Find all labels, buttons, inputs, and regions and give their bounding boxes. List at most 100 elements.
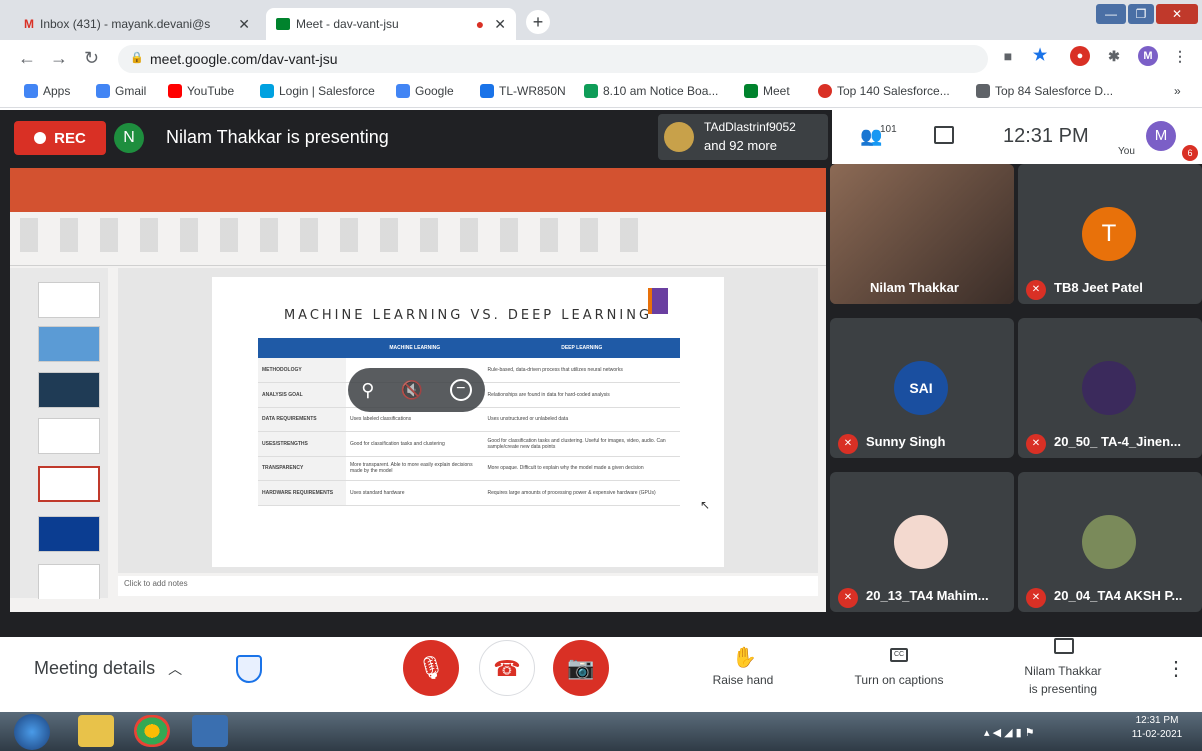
participant-tile[interactable]: ✕ 20_50_ TA-4_Jinen... (1018, 318, 1202, 458)
google-icon (96, 84, 110, 98)
bookmark-router[interactable]: TL-WR850N (480, 84, 566, 98)
mic-off-icon: ✕ (1026, 588, 1046, 608)
user-avatar[interactable]: M (1146, 121, 1176, 151)
meet-icon (744, 84, 758, 98)
bookmark-google[interactable]: Google (396, 84, 454, 98)
powerpoint-title-bar (10, 168, 826, 196)
avatar (664, 122, 694, 152)
table-row: HARDWARE REQUIREMENTS Uses standard hardw… (258, 480, 680, 506)
back-arrow-icon[interactable]: ← (18, 48, 36, 69)
adblock-icon[interactable]: ● (1070, 46, 1090, 66)
participant-tile[interactable]: ✕ 20_04_TA4 AKSH P... (1018, 472, 1202, 612)
table-header: DEEP LEARNING (483, 338, 680, 358)
notes-pane[interactable]: Click to add notes (118, 576, 818, 596)
remove-icon[interactable]: − (449, 379, 472, 401)
participants-chip[interactable]: TAdDlastrinf9052 and 92 more (658, 114, 828, 160)
bookmark-youtube[interactable]: YouTube (168, 84, 234, 98)
shield-icon[interactable] (236, 655, 262, 683)
you-label: You (1118, 146, 1135, 157)
maximize-button[interactable]: ❐ (1128, 4, 1154, 24)
participant-count: 101 (880, 124, 897, 135)
row-label: TRANSPARENCY (258, 456, 346, 481)
captions-icon[interactable]: CC (890, 648, 908, 662)
start-button[interactable] (14, 714, 50, 750)
bookmark-notice-board[interactable]: 8.10 am Notice Boa... (584, 84, 718, 98)
leave-call-button[interactable]: ☎ (479, 640, 535, 696)
apps-grid-icon (24, 84, 38, 98)
slide-thumbnail[interactable] (38, 282, 100, 318)
bookmark-salesforce-140[interactable]: Top 140 Salesforce... (818, 84, 950, 98)
participant-tile[interactable]: Nilam Thakkar (830, 164, 1014, 304)
recording-dot-icon: ● (475, 16, 485, 32)
chip-line2: and 92 more (704, 138, 777, 153)
avatar (894, 515, 948, 569)
chat-icon[interactable] (934, 126, 954, 144)
bookmark-gmail[interactable]: Gmail (96, 84, 146, 98)
microphone-button[interactable]: 🎙 (403, 640, 459, 696)
tab-meet[interactable]: Meet - dav-vant-jsu ● ✕ (266, 8, 516, 40)
avatar: SAI (894, 361, 948, 415)
slide-thumbnail[interactable] (38, 372, 100, 408)
powerpoint-ribbon (10, 196, 826, 266)
more-bookmarks-icon[interactable]: » (1174, 84, 1181, 98)
raise-hand-icon[interactable]: ✋ (732, 645, 757, 670)
dl-cell: Good for classification tasks and cluste… (483, 431, 680, 457)
window-close-button[interactable]: ✕ (1156, 4, 1198, 24)
avatar (1082, 515, 1136, 569)
mute-participant-icon[interactable]: 🔇 (401, 380, 423, 401)
bookmark-salesforce-84[interactable]: Top 84 Salesforce D... (976, 84, 1113, 98)
more-options-icon[interactable]: ⋮ (1166, 656, 1186, 681)
taskbar-clock[interactable]: 12:31 PM 11-02-2021 (1118, 715, 1196, 740)
pin-icon[interactable]: ⚲ (361, 380, 374, 401)
forward-arrow-icon[interactable]: → (50, 48, 68, 69)
new-tab-button[interactable]: + (526, 10, 550, 34)
slide-thumbnail[interactable] (38, 564, 100, 600)
participant-name: 20_50_ TA-4_Jinen... (1054, 434, 1181, 449)
bookmark-apps[interactable]: Apps (24, 84, 70, 98)
table-header-row: MACHINE LEARNING DEEP LEARNING (258, 338, 680, 358)
slide-thumbnail[interactable] (38, 326, 100, 362)
profile-avatar[interactable]: M (1138, 46, 1158, 66)
bookmark-salesforce[interactable]: Login | Salesforce (260, 84, 375, 98)
tab-gmail[interactable]: M Inbox (431) - mayank.devani@s ✕ (14, 8, 260, 40)
participant-tile[interactable]: SAI ✕ Sunny Singh (830, 318, 1014, 458)
presenter-avatar: N (114, 123, 144, 153)
table-header (258, 338, 346, 358)
participant-name: TB8 Jeet Patel (1054, 280, 1143, 295)
close-icon[interactable]: ✕ (238, 16, 250, 33)
file-explorer-icon[interactable] (78, 715, 114, 747)
reload-icon[interactable]: ↻ (84, 48, 99, 69)
presenter-tile-toolbar: ⚲ 🔇 − (348, 368, 485, 412)
url-input[interactable]: 🔒 meet.google.com/dav-vant-jsu (118, 45, 988, 73)
app-window-icon[interactable] (192, 715, 228, 747)
meeting-clock: 12:31 PM (1003, 125, 1089, 147)
bookmark-meet[interactable]: Meet (744, 84, 790, 98)
camera-button[interactable]: 📷 (553, 640, 609, 696)
dl-cell: Uses unstructured or unlabeled data (483, 407, 680, 432)
mic-off-icon: ✕ (838, 588, 858, 608)
presenting-status-line2: is presenting (1028, 682, 1098, 696)
participant-tile[interactable]: T ✕ TB8 Jeet Patel (1018, 164, 1202, 304)
system-tray-icons[interactable]: ▴ ◀ ◢ ▮ ⚑ (984, 726, 1035, 739)
participant-tile[interactable]: ✕ 20_13_TA4 Mahim... (830, 472, 1014, 612)
slide-thumbnail[interactable] (38, 516, 100, 552)
recording-indicator: REC (14, 121, 106, 155)
mic-off-icon: ✕ (838, 434, 858, 454)
bookmark-star-icon[interactable]: ★ (1030, 46, 1050, 66)
raise-hand-button[interactable]: Raise hand (698, 673, 788, 687)
row-label: HARDWARE REQUIREMENTS (258, 480, 346, 506)
camera-icon[interactable]: ■ (998, 46, 1018, 66)
meeting-details-button[interactable]: Meeting details ︿ (34, 658, 182, 679)
captions-button[interactable]: Turn on captions (836, 673, 962, 687)
chrome-icon[interactable] (134, 715, 170, 747)
present-screen-icon[interactable] (1054, 638, 1074, 654)
slide-thumbnail[interactable] (38, 418, 100, 454)
slide-thumbnail-selected[interactable] (38, 466, 100, 502)
minimize-button[interactable]: — (1096, 4, 1126, 24)
menu-kebab-icon[interactable]: ⋮ (1170, 46, 1190, 66)
dl-cell: Rule-based, data-driven process that uti… (483, 358, 680, 383)
close-icon[interactable]: ✕ (494, 16, 506, 33)
presenting-banner: Nilam Thakkar is presenting (166, 127, 389, 147)
dl-cell: Relationships are found in data for hard… (483, 382, 680, 408)
extensions-icon[interactable]: ✱ (1104, 46, 1124, 66)
